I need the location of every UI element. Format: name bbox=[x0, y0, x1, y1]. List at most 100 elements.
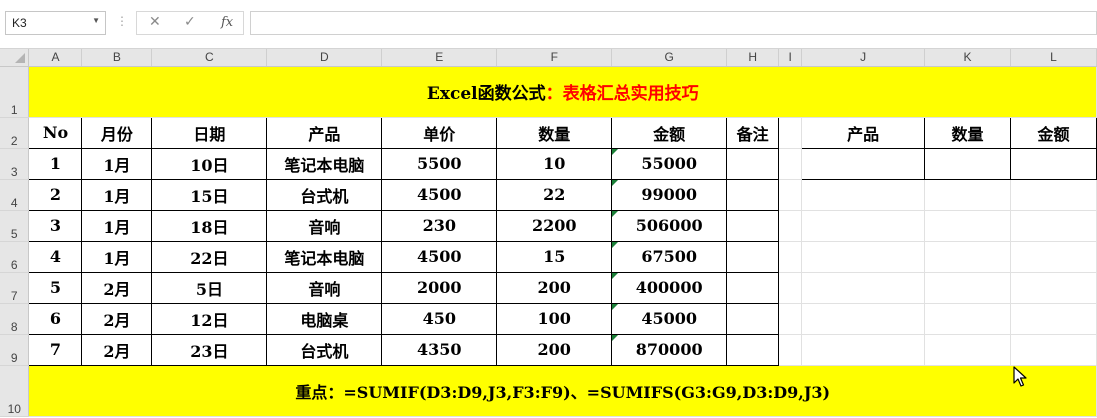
column-header-c[interactable]: C bbox=[151, 49, 268, 67]
column-header-i[interactable]: I bbox=[778, 49, 803, 67]
table-cell[interactable]: 台式机 bbox=[266, 178, 383, 211]
table-cell[interactable]: 1月 bbox=[81, 147, 153, 180]
table-cell[interactable]: 200 bbox=[496, 333, 613, 366]
summary-cell-product[interactable] bbox=[801, 147, 926, 180]
row-header-4[interactable]: 4 bbox=[0, 179, 30, 211]
row-header-2[interactable]: 2 bbox=[0, 117, 30, 149]
column-header-f[interactable]: F bbox=[496, 49, 613, 67]
row-header-3[interactable]: 3 bbox=[0, 148, 30, 180]
empty-cell[interactable] bbox=[924, 334, 1011, 366]
name-box[interactable]: K3 ▼ bbox=[5, 11, 106, 35]
empty-cell[interactable] bbox=[801, 210, 926, 242]
column-header-b[interactable]: B bbox=[81, 49, 153, 67]
table-cell[interactable]: 4 bbox=[28, 240, 83, 273]
column-header-h[interactable]: H bbox=[726, 49, 780, 67]
table-cell[interactable]: 10日 bbox=[151, 147, 268, 180]
table-cell[interactable]: 6 bbox=[28, 302, 83, 335]
empty-cell[interactable] bbox=[1010, 210, 1097, 242]
amount-cell[interactable]: 870000 bbox=[611, 333, 728, 366]
empty-cell[interactable] bbox=[1010, 303, 1097, 335]
summary-cell-amount[interactable] bbox=[1010, 147, 1097, 180]
table-cell[interactable]: 22日 bbox=[151, 240, 268, 273]
table-cell[interactable]: 2月 bbox=[81, 271, 153, 304]
table-cell[interactable]: 230 bbox=[381, 209, 498, 242]
row-header-6[interactable]: 6 bbox=[0, 241, 30, 273]
empty-cell[interactable] bbox=[801, 179, 926, 211]
table-cell[interactable]: 5500 bbox=[381, 147, 498, 180]
table-cell[interactable]: 台式机 bbox=[266, 333, 383, 366]
table-cell[interactable]: 7 bbox=[28, 333, 83, 366]
cell-i2[interactable] bbox=[778, 117, 803, 149]
table-cell[interactable]: 音响 bbox=[266, 271, 383, 304]
table-cell[interactable]: 5 bbox=[28, 271, 83, 304]
table-cell[interactable]: 1月 bbox=[81, 240, 153, 273]
empty-cell[interactable] bbox=[1010, 272, 1097, 304]
row-header-8[interactable]: 8 bbox=[0, 303, 30, 335]
table-cell[interactable] bbox=[726, 240, 780, 273]
formula-input[interactable] bbox=[250, 11, 1097, 35]
table-cell[interactable]: 15日 bbox=[151, 178, 268, 211]
table-cell[interactable]: 200 bbox=[496, 271, 613, 304]
empty-cell[interactable] bbox=[1010, 334, 1097, 366]
empty-cell[interactable] bbox=[1010, 241, 1097, 273]
table-cell[interactable]: 4500 bbox=[381, 240, 498, 273]
empty-cell[interactable] bbox=[924, 303, 1011, 335]
column-header-k[interactable]: K bbox=[924, 49, 1011, 67]
table-cell[interactable]: 1月 bbox=[81, 178, 153, 211]
empty-cell[interactable] bbox=[778, 241, 803, 273]
cell-i3[interactable] bbox=[778, 148, 803, 180]
empty-cell[interactable] bbox=[801, 272, 926, 304]
row-header-7[interactable]: 7 bbox=[0, 272, 30, 304]
empty-cell[interactable] bbox=[801, 303, 926, 335]
table-cell[interactable] bbox=[726, 178, 780, 211]
row-header-1[interactable]: 1 bbox=[0, 66, 30, 118]
empty-cell[interactable] bbox=[778, 210, 803, 242]
table-cell[interactable]: 电脑桌 bbox=[266, 302, 383, 335]
table-cell[interactable] bbox=[726, 271, 780, 304]
amount-cell[interactable]: 45000 bbox=[611, 302, 728, 335]
empty-cell[interactable] bbox=[924, 272, 1011, 304]
row-header-10[interactable]: 10 bbox=[0, 365, 30, 417]
column-header-g[interactable]: G bbox=[611, 49, 728, 67]
table-cell[interactable]: 笔记本电脑 bbox=[266, 147, 383, 180]
column-header-j[interactable]: J bbox=[801, 49, 926, 67]
column-header-e[interactable]: E bbox=[381, 49, 498, 67]
empty-cell[interactable] bbox=[924, 210, 1011, 242]
table-cell[interactable]: 23日 bbox=[151, 333, 268, 366]
table-cell[interactable]: 笔记本电脑 bbox=[266, 240, 383, 273]
header-month[interactable]: 月份 bbox=[81, 116, 153, 149]
table-cell[interactable]: 音响 bbox=[266, 209, 383, 242]
empty-cell[interactable] bbox=[924, 179, 1011, 211]
table-cell[interactable] bbox=[726, 333, 780, 366]
column-header-a[interactable]: A bbox=[28, 49, 83, 67]
row-header-9[interactable]: 9 bbox=[0, 334, 30, 366]
table-cell[interactable]: 2月 bbox=[81, 302, 153, 335]
drag-handle-icon[interactable]: ⋮ bbox=[116, 14, 128, 28]
confirm-icon[interactable]: ✓ bbox=[184, 14, 196, 30]
table-cell[interactable]: 2200 bbox=[496, 209, 613, 242]
table-cell[interactable]: 1 bbox=[28, 147, 83, 180]
empty-cell[interactable] bbox=[778, 179, 803, 211]
amount-cell[interactable]: 67500 bbox=[611, 240, 728, 273]
table-cell[interactable]: 4350 bbox=[381, 333, 498, 366]
column-header-l[interactable]: L bbox=[1010, 49, 1097, 67]
header-date[interactable]: 日期 bbox=[151, 116, 268, 149]
summary-header-amount[interactable]: 金额 bbox=[1010, 116, 1097, 149]
header-remarks[interactable]: 备注 bbox=[726, 116, 780, 149]
table-cell[interactable]: 22 bbox=[496, 178, 613, 211]
empty-cell[interactable] bbox=[778, 334, 803, 366]
empty-cell[interactable] bbox=[778, 303, 803, 335]
header-amount[interactable]: 金额 bbox=[611, 116, 728, 149]
header-product[interactable]: 产品 bbox=[266, 116, 383, 149]
amount-cell[interactable]: 99000 bbox=[611, 178, 728, 211]
table-cell[interactable]: 450 bbox=[381, 302, 498, 335]
table-cell[interactable]: 5日 bbox=[151, 271, 268, 304]
summary-header-product[interactable]: 产品 bbox=[801, 116, 926, 149]
title-cell[interactable]: Excel函数公式：表格汇总实用技巧 bbox=[28, 66, 1097, 118]
table-cell[interactable]: 15 bbox=[496, 240, 613, 273]
header-quantity[interactable]: 数量 bbox=[496, 116, 613, 149]
table-cell[interactable] bbox=[726, 209, 780, 242]
empty-cell[interactable] bbox=[778, 272, 803, 304]
row-header-5[interactable]: 5 bbox=[0, 210, 30, 242]
table-cell[interactable]: 4500 bbox=[381, 178, 498, 211]
